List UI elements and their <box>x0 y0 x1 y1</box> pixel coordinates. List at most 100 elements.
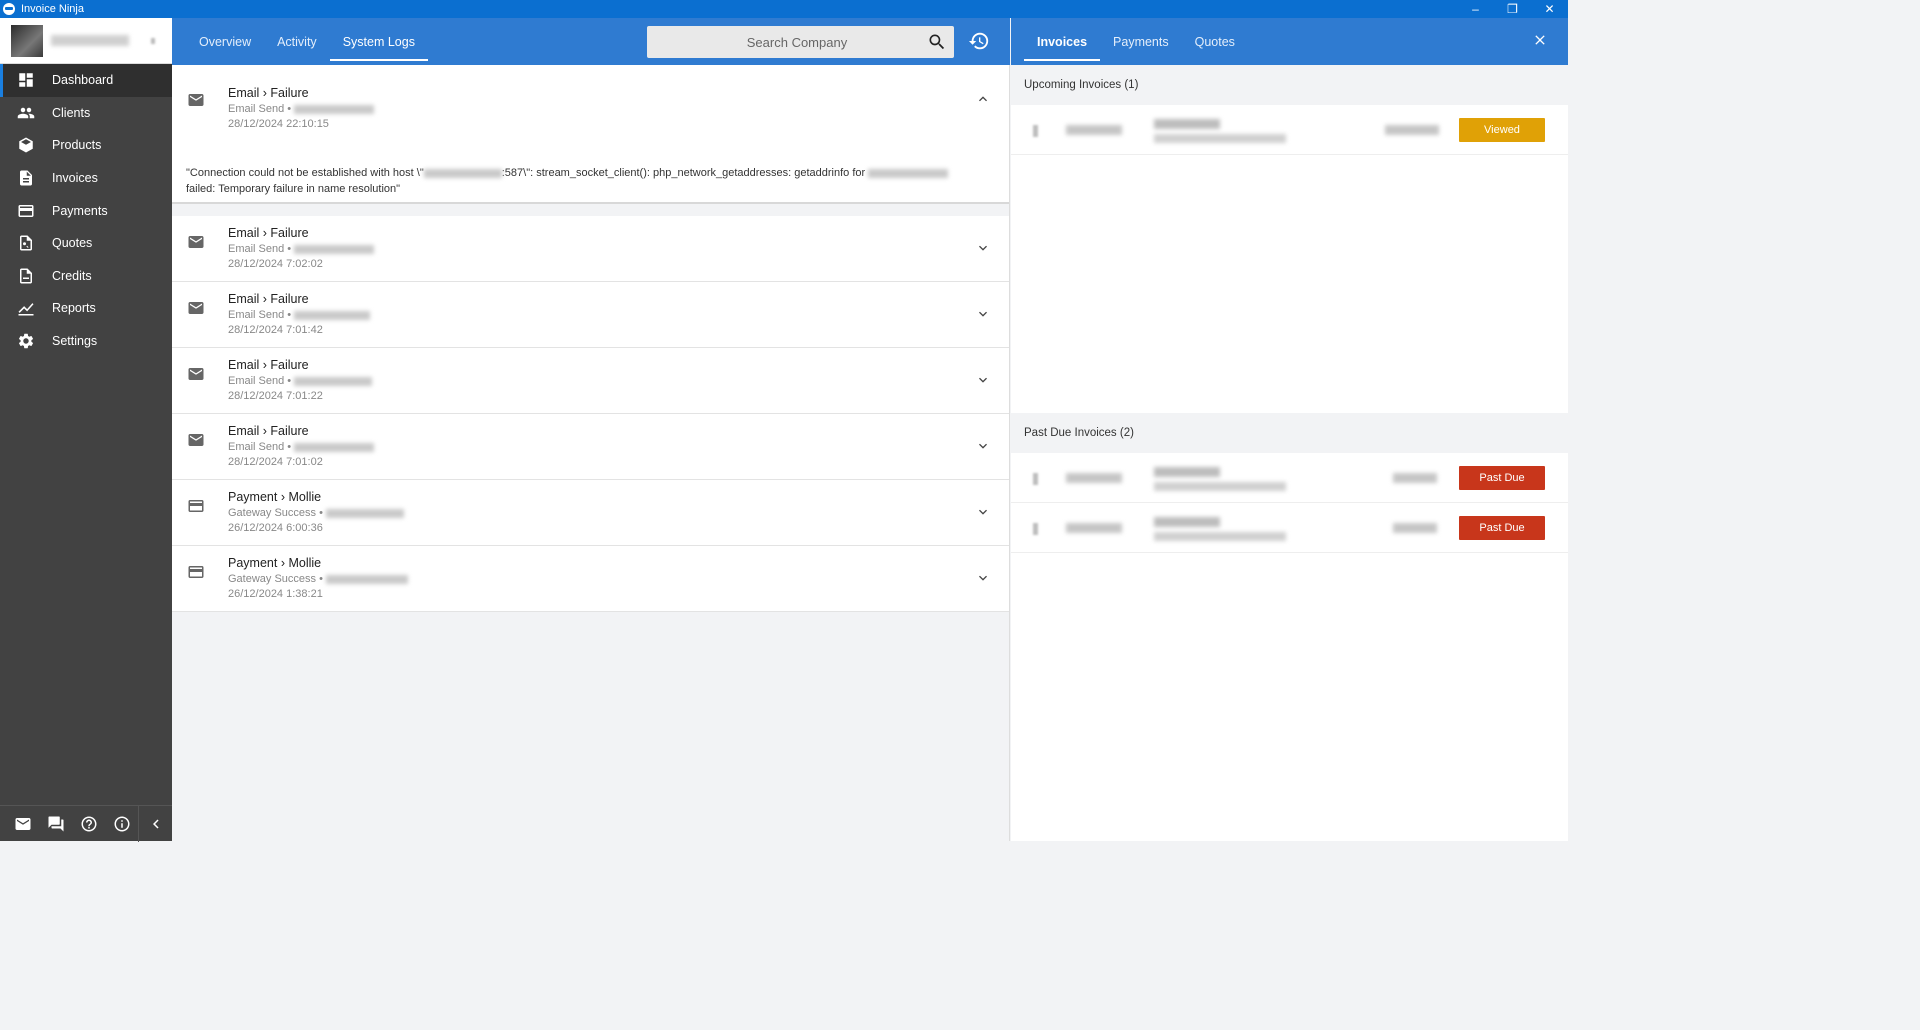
search-icon[interactable] <box>927 32 947 52</box>
maximize-button[interactable]: ❐ <box>1494 0 1531 18</box>
redacted-client-name <box>1154 467 1220 477</box>
sidebar-item-reports[interactable]: Reports <box>0 292 172 325</box>
mail-icon <box>15 817 30 830</box>
redacted-amount <box>1393 473 1437 483</box>
sidebar-item-label: Invoices <box>52 171 98 186</box>
log-event: Email Send • <box>228 309 371 321</box>
help-button[interactable] <box>72 815 105 833</box>
log-message: "Connection could not be established wit… <box>186 165 986 197</box>
sidebar-item-quotes[interactable]: Quotes <box>0 227 172 260</box>
company-selector[interactable] <box>0 18 172 64</box>
log-event: Gateway Success • <box>228 507 405 519</box>
log-event: Email Send • <box>228 375 373 387</box>
company-logo <box>11 24 43 57</box>
log-entry[interactable]: Payment › Mollie Gateway Success • 26/12… <box>172 546 1009 612</box>
sidebar-item-invoices[interactable]: Invoices <box>0 162 172 195</box>
history-button[interactable] <box>968 30 990 57</box>
sidebar-footer <box>0 805 172 842</box>
chevron-left-icon <box>152 819 159 828</box>
redacted-host <box>423 168 502 178</box>
log-title: Payment › Mollie <box>228 556 322 570</box>
about-button[interactable] <box>105 815 138 833</box>
past-due-invoices-title: Past Due Invoices (2) <box>1011 413 1568 453</box>
log-entry[interactable]: Email › Failure Email Send • 28/12/2024 … <box>172 282 1009 348</box>
log-entry[interactable]: Payment › Mollie Gateway Success • 26/12… <box>172 480 1009 546</box>
tab-activity[interactable]: Activity <box>264 18 330 65</box>
contact-us-button[interactable] <box>6 815 39 833</box>
expand-log-button[interactable] <box>975 504 991 525</box>
chevron-down-icon <box>979 245 987 251</box>
side-panel-header: Invoices Payments Quotes <box>1011 18 1568 65</box>
log-title: Email › Failure <box>228 86 309 100</box>
log-date: 28/12/2024 7:01:02 <box>228 456 323 468</box>
status-badge: Viewed <box>1459 118 1545 142</box>
log-entry[interactable]: Email › Failure Email Send • 28/12/2024 … <box>172 216 1009 282</box>
log-date: 26/12/2024 1:38:21 <box>228 588 323 600</box>
search-input[interactable] <box>647 26 927 58</box>
redacted-amount <box>1393 523 1437 533</box>
sidebar-item-credits[interactable]: Credits <box>0 260 172 293</box>
redacted-client <box>326 508 405 518</box>
mail-icon <box>188 368 204 380</box>
sidebar-item-settings[interactable]: Settings <box>0 325 172 358</box>
redacted-client-name <box>1154 517 1220 527</box>
invoice-row[interactable]: Past Due <box>1011 453 1568 503</box>
minimize-button[interactable]: – <box>1457 0 1494 18</box>
mail-icon <box>188 236 204 248</box>
forum-icon <box>48 816 63 831</box>
sidebar-item-products[interactable]: Products <box>0 129 172 162</box>
log-event: Email Send • <box>228 103 375 115</box>
window-close-button[interactable]: ✕ <box>1531 0 1568 18</box>
sidebar-item-label: Products <box>52 138 102 153</box>
tab-quotes[interactable]: Quotes <box>1182 18 1248 65</box>
log-date: 28/12/2024 22:10:15 <box>228 118 329 130</box>
clients-icon <box>17 107 35 119</box>
redacted-recipient <box>294 376 373 386</box>
invoice-row[interactable]: Past Due <box>1011 503 1568 553</box>
log-entry[interactable]: Email › Failure Email Send • 28/12/2024 … <box>172 348 1009 414</box>
expand-log-button[interactable] <box>975 438 991 459</box>
log-entry[interactable]: Email › Failure Email Send • 28/12/2024 … <box>172 65 1009 204</box>
forum-button[interactable] <box>39 815 72 833</box>
past-due-invoices-section: Past Due Invoices (2) Past Due Past Due <box>1011 413 1568 553</box>
log-title: Email › Failure <box>228 424 309 438</box>
log-entry[interactable]: Email › Failure Email Send • 28/12/2024 … <box>172 414 1009 480</box>
log-title: Email › Failure <box>228 358 309 372</box>
invoice-row[interactable]: Viewed <box>1011 105 1568 155</box>
system-logs-list: Email › Failure Email Send • 28/12/2024 … <box>172 65 1010 841</box>
tab-payments[interactable]: Payments <box>1100 18 1182 65</box>
expand-log-button[interactable] <box>975 372 991 393</box>
close-icon <box>1535 35 1545 45</box>
chevron-down-icon <box>979 377 987 383</box>
expand-log-button[interactable] <box>975 570 991 591</box>
tab-system-logs[interactable]: System Logs <box>329 18 429 65</box>
log-event: Gateway Success • <box>228 573 409 585</box>
upcoming-invoices-title: Upcoming Invoices (1) <box>1011 65 1568 105</box>
log-date: 28/12/2024 7:02:02 <box>228 258 323 270</box>
app-logo-icon <box>3 3 15 15</box>
expand-log-button[interactable] <box>975 240 991 261</box>
log-date: 26/12/2024 6:00:36 <box>228 522 323 534</box>
sidebar-item-label: Settings <box>52 334 98 349</box>
redacted-recipient <box>294 442 375 452</box>
history-icon <box>968 32 989 50</box>
sidebar-item-dashboard[interactable]: Dashboard <box>0 64 172 97</box>
window-title: Invoice Ninja <box>21 3 84 15</box>
tab-overview[interactable]: Overview <box>186 18 264 65</box>
tab-invoices[interactable]: Invoices <box>1024 18 1101 65</box>
log-date: 28/12/2024 7:01:22 <box>228 390 323 402</box>
sidebar-item-clients[interactable]: Clients <box>0 97 172 130</box>
collapse-log-button[interactable] <box>975 91 991 112</box>
redacted-invoice-number <box>1066 125 1122 135</box>
close-panel-button[interactable] <box>1532 32 1548 53</box>
log-category: Email <box>228 86 260 100</box>
collapse-sidebar-button[interactable] <box>138 805 172 842</box>
payments-icon <box>18 204 34 217</box>
mail-icon <box>188 302 204 314</box>
card-icon <box>188 500 204 512</box>
expand-log-button[interactable] <box>975 306 991 327</box>
upcoming-invoices-section: Upcoming Invoices (1) Viewed <box>1011 65 1568 413</box>
sidebar-item-payments[interactable]: Payments <box>0 194 172 227</box>
help-icon <box>81 816 96 831</box>
chevron-down-icon <box>979 509 987 515</box>
